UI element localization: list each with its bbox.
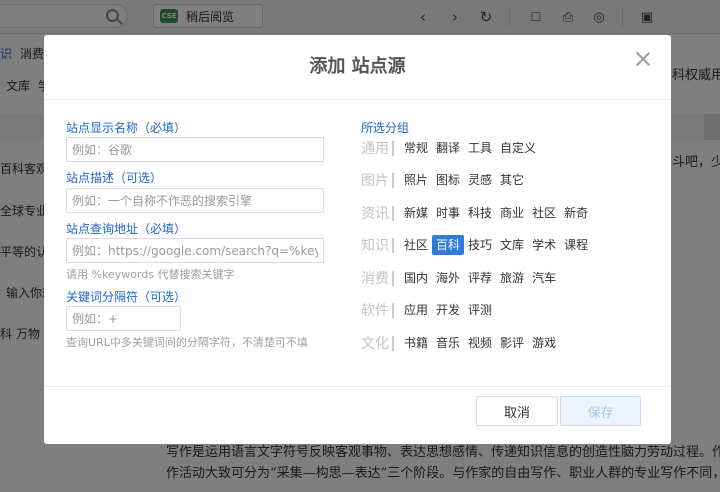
group-tag[interactable]: 新媒 <box>400 203 432 223</box>
cancel-button[interactable]: 取消 <box>476 396 558 426</box>
group-divider <box>392 335 394 351</box>
group-tag[interactable]: 图标 <box>432 170 464 190</box>
group-tag[interactable]: 游戏 <box>528 333 560 353</box>
group-tag[interactable]: 书籍 <box>400 333 432 353</box>
group-name: 消费 <box>361 271 389 287</box>
separator-input[interactable] <box>66 306 181 331</box>
group-divider <box>392 205 394 221</box>
add-source-dialog: 添加 站点源 站点显示名称（必填） 站点描述（可选） 站点查询地址（必填） 请用… <box>44 35 671 444</box>
group-tag[interactable]: 文库 <box>496 235 528 255</box>
group-name: 图片 <box>361 173 389 189</box>
groups-title: 所选分组 <box>361 121 410 135</box>
group-tag[interactable]: 影评 <box>496 333 528 353</box>
group-tag[interactable]: 课程 <box>560 235 592 255</box>
group-tag[interactable]: 商业 <box>496 203 528 223</box>
group-tag[interactable]: 灵感 <box>464 170 496 190</box>
group-tag[interactable]: 视频 <box>464 333 496 353</box>
dialog-title: 添加 站点源 <box>309 56 406 77</box>
site-name-input[interactable] <box>66 137 324 162</box>
group-tag[interactable]: 应用 <box>400 300 432 320</box>
site-desc-label: 站点描述（可选） <box>66 171 163 185</box>
separator-label: 关键词分隔符（可选） <box>66 290 187 304</box>
group-tag[interactable]: 百科 <box>432 235 465 255</box>
group-row: 资讯 新媒 时事 科技 商业 社区 新奇 <box>361 202 592 224</box>
site-url-hint: 请用 %keywords 代替搜索关键字 <box>66 268 235 281</box>
group-row: 消费 国内 海外 评荐 旅游 汽车 <box>361 267 560 289</box>
close-icon[interactable] <box>633 49 653 69</box>
group-tag[interactable]: 开发 <box>432 300 464 320</box>
group-tag[interactable]: 学术 <box>528 235 560 255</box>
group-name: 知识 <box>361 238 389 254</box>
group-tag[interactable]: 自定义 <box>496 138 540 158</box>
dialog-divider <box>44 99 671 100</box>
site-desc-input[interactable] <box>66 188 324 213</box>
group-name: 文化 <box>361 336 389 352</box>
group-tag[interactable]: 汽车 <box>528 268 560 288</box>
dialog-divider <box>44 386 671 387</box>
group-divider <box>392 172 394 188</box>
group-name: 软件 <box>361 303 389 319</box>
group-tag[interactable]: 评荐 <box>464 268 496 288</box>
site-url-input[interactable] <box>66 238 324 263</box>
group-tag[interactable]: 工具 <box>464 138 496 158</box>
save-button[interactable]: 保存 <box>560 396 641 426</box>
group-tag[interactable]: 旅游 <box>496 268 528 288</box>
group-tag[interactable]: 时事 <box>432 203 464 223</box>
group-row: 知识 社区 百科 技巧 文库 学术 课程 <box>361 234 592 256</box>
group-tag[interactable]: 国内 <box>400 268 432 288</box>
group-divider <box>392 237 394 253</box>
group-tag[interactable]: 评测 <box>464 300 496 320</box>
group-tag[interactable]: 照片 <box>400 170 432 190</box>
group-tag[interactable]: 社区 <box>400 235 432 255</box>
group-tag[interactable]: 新奇 <box>560 203 592 223</box>
group-name: 资讯 <box>361 206 389 222</box>
group-name: 通用 <box>361 141 389 157</box>
group-row: 通用 常规 翻译 工具 自定义 <box>361 137 540 159</box>
site-url-label: 站点查询地址（必填） <box>66 222 187 236</box>
site-name-label: 站点显示名称（必填） <box>66 121 187 135</box>
group-tag[interactable]: 海外 <box>432 268 464 288</box>
group-tag[interactable]: 技巧 <box>464 235 496 255</box>
group-row: 软件 应用 开发 评测 <box>361 299 496 321</box>
group-row: 文化 书籍 音乐 视频 影评 游戏 <box>361 332 560 354</box>
group-divider <box>392 302 394 318</box>
group-tag[interactable]: 其它 <box>496 170 528 190</box>
group-tag[interactable]: 社区 <box>528 203 560 223</box>
group-tag[interactable]: 常规 <box>400 138 432 158</box>
group-divider <box>392 140 394 156</box>
group-tag[interactable]: 音乐 <box>432 333 464 353</box>
group-tag[interactable]: 科技 <box>464 203 496 223</box>
group-tag[interactable]: 翻译 <box>432 138 464 158</box>
group-row: 图片 照片 图标 灵感 其它 <box>361 169 528 191</box>
group-divider <box>392 270 394 286</box>
separator-hint: 查询URL中多关键词间的分隔字符，不清楚可不填 <box>66 336 308 349</box>
